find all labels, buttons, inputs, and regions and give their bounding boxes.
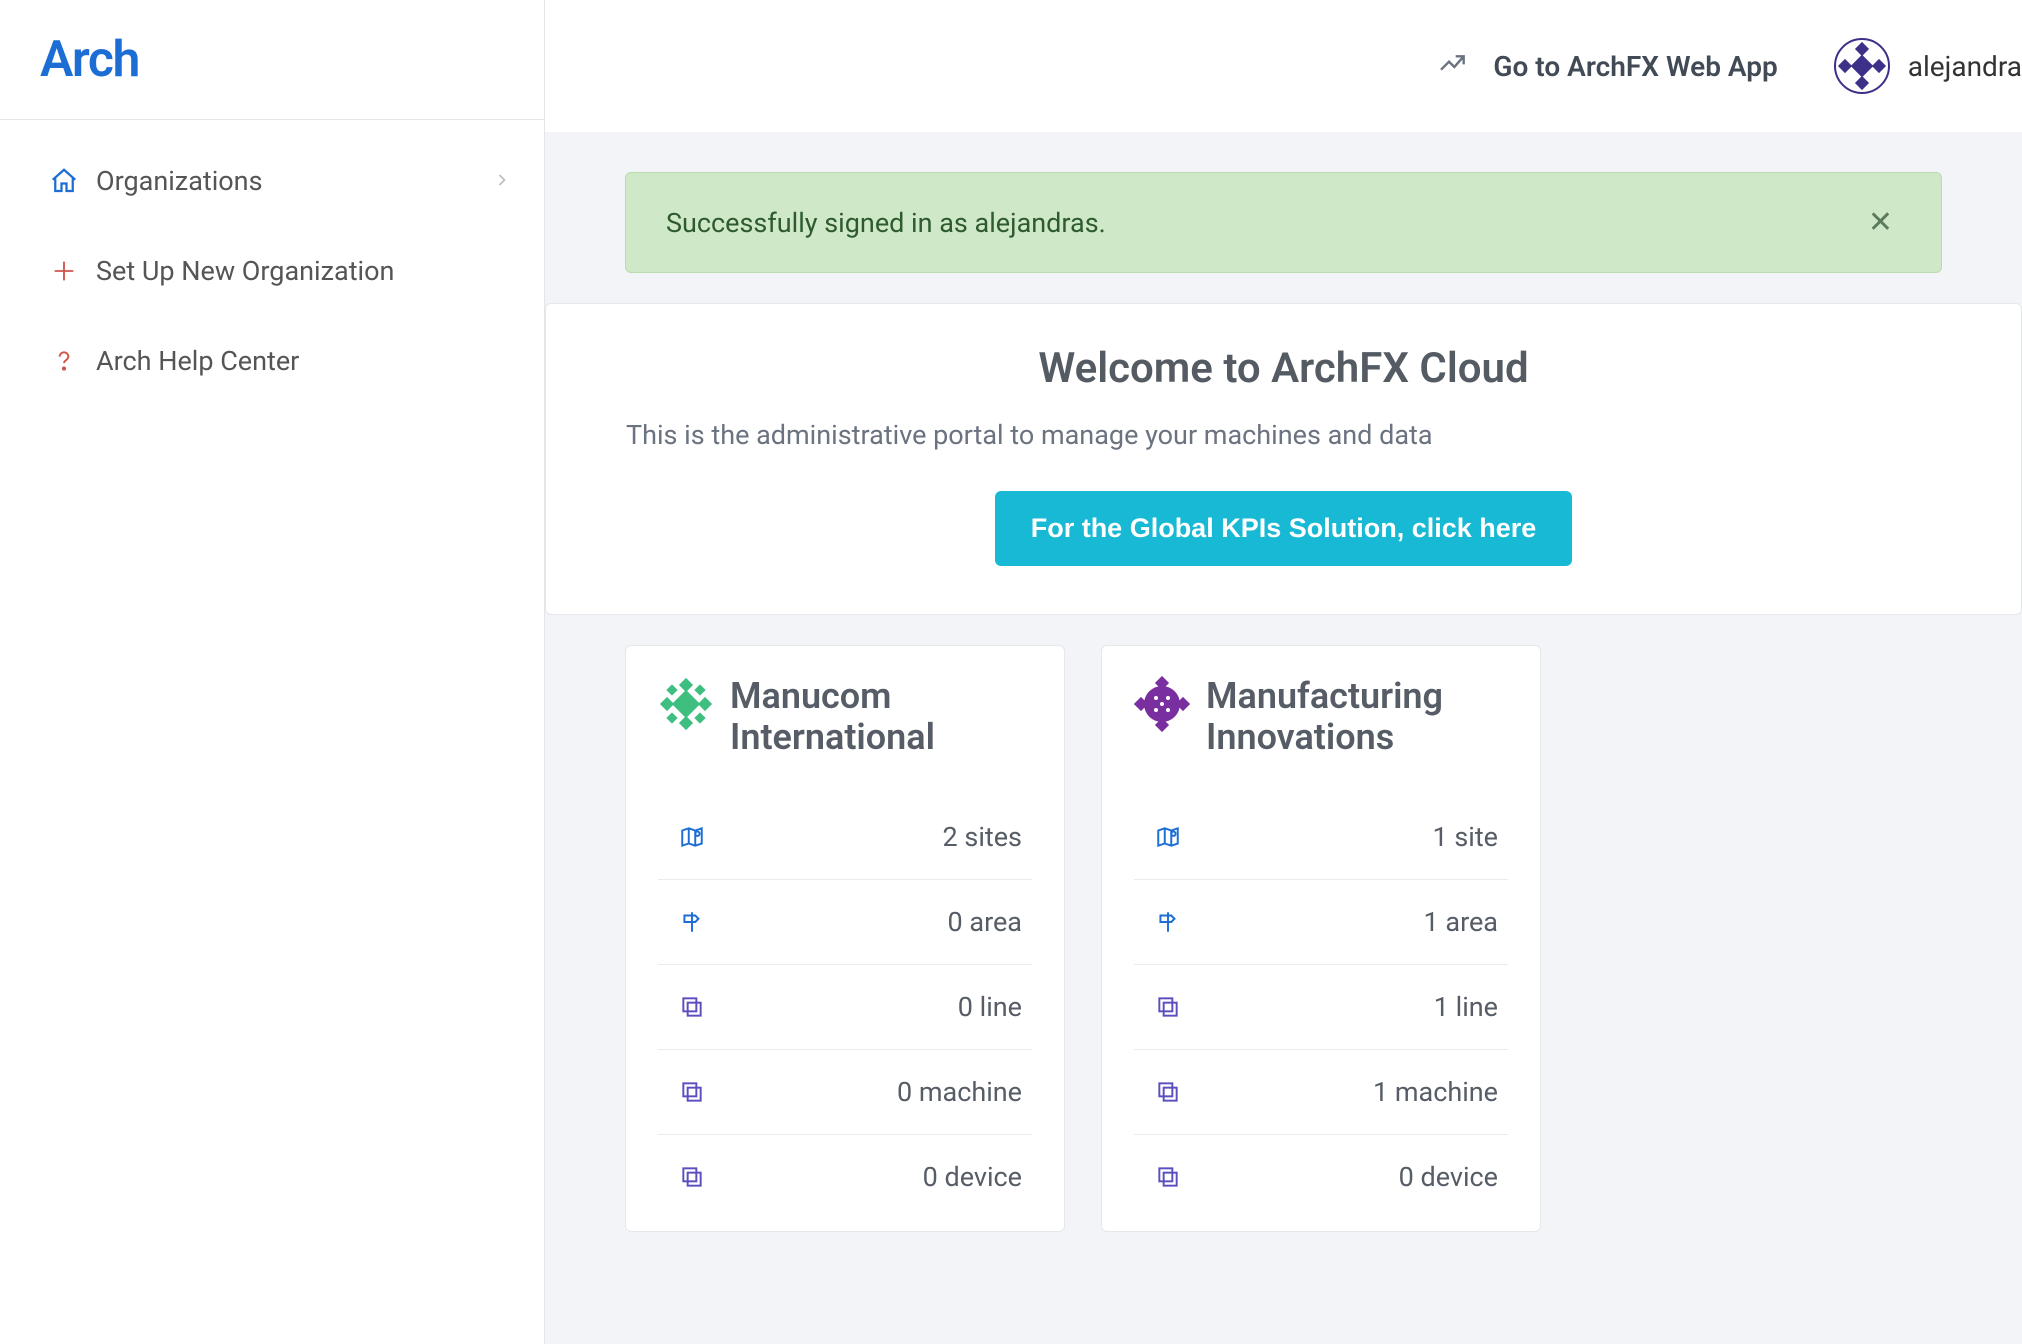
map-icon [678,823,706,851]
map-icon [1154,823,1182,851]
home-icon [32,166,96,196]
trend-up-icon [1437,47,1469,86]
stat-row-area: 1 area [1134,880,1508,965]
sidebar-item-label: Organizations [96,165,492,197]
stat-row-line: 0 line [658,965,1032,1050]
stat-value: 2 sites [943,821,1022,853]
username: alejandra [1908,50,2022,83]
go-to-webapp-link[interactable]: Go to ArchFX Web App [1437,47,1777,86]
global-kpis-button[interactable]: For the Global KPIs Solution, click here [995,491,1573,566]
layers-icon [1154,993,1182,1021]
sidebar-item-label: Arch Help Center [96,345,512,377]
stat-value: 0 area [948,906,1022,938]
stat-row-area: 0 area [658,880,1032,965]
stat-row-sites: 1 site [1134,795,1508,880]
avatar [1834,38,1890,94]
chevron-right-icon [492,165,512,197]
alert-message: Successfully signed in as alejandras. [666,207,1106,239]
plus-icon [32,257,96,285]
logo[interactable]: Arch [0,0,544,120]
stat-row-line: 1 line [1134,965,1508,1050]
sidebar-nav: Organizations Set Up New Organization Ar… [0,120,544,406]
stat-value: 1 line [1434,991,1498,1023]
topbar: Go to ArchFX Web App alejandra [545,0,2022,132]
org-badge-icon [1134,676,1190,732]
layers-icon [678,1163,706,1191]
topbar-link-label: Go to ArchFX Web App [1493,50,1777,83]
signin-alert: Successfully signed in as alejandras. ✕ [625,172,1942,273]
org-cards-row: Manucom International 2 sites 0 area [545,645,2022,1312]
stat-row-machine: 0 machine [658,1050,1032,1135]
org-card-manufacturing-innovations[interactable]: Manufacturing Innovations 1 site 1 area [1101,645,1541,1232]
sidebar-item-new-organization[interactable]: Set Up New Organization [0,226,544,316]
stat-value: 0 machine [897,1076,1022,1108]
layers-icon [678,993,706,1021]
welcome-panel: Welcome to ArchFX Cloud This is the admi… [545,303,2022,615]
welcome-subtitle: This is the administrative portal to man… [626,419,1941,451]
stat-row-device: 0 device [658,1135,1032,1219]
stat-value: 0 device [923,1161,1022,1193]
close-icon[interactable]: ✕ [1860,201,1901,244]
stat-row-sites: 2 sites [658,795,1032,880]
stat-value: 1 site [1432,821,1498,853]
org-badge-icon [658,676,714,732]
layers-icon [678,1078,706,1106]
sidebar: Arch Organizations Set Up New Organizati… [0,0,545,1344]
org-title: Manufacturing Innovations [1206,676,1508,759]
content-area: Successfully signed in as alejandras. ✕ … [545,132,2022,1344]
stat-value: 1 area [1424,906,1498,938]
question-icon [32,348,96,374]
signpost-icon [1154,908,1182,936]
stat-value: 0 device [1399,1161,1498,1193]
org-card-manucom[interactable]: Manucom International 2 sites 0 area [625,645,1065,1232]
sidebar-item-organizations[interactable]: Organizations [0,136,544,226]
sidebar-item-label: Set Up New Organization [96,255,512,287]
stat-row-device: 0 device [1134,1135,1508,1219]
stat-row-machine: 1 machine [1134,1050,1508,1135]
layers-icon [1154,1163,1182,1191]
org-title: Manucom International [730,676,1032,759]
sidebar-item-help-center[interactable]: Arch Help Center [0,316,544,406]
signpost-icon [678,908,706,936]
stat-value: 0 line [958,991,1022,1023]
welcome-title: Welcome to ArchFX Cloud [626,344,1941,393]
stat-value: 1 machine [1373,1076,1498,1108]
brand-name: Arch [40,31,139,89]
layers-icon [1154,1078,1182,1106]
user-menu[interactable]: alejandra [1834,38,2022,94]
